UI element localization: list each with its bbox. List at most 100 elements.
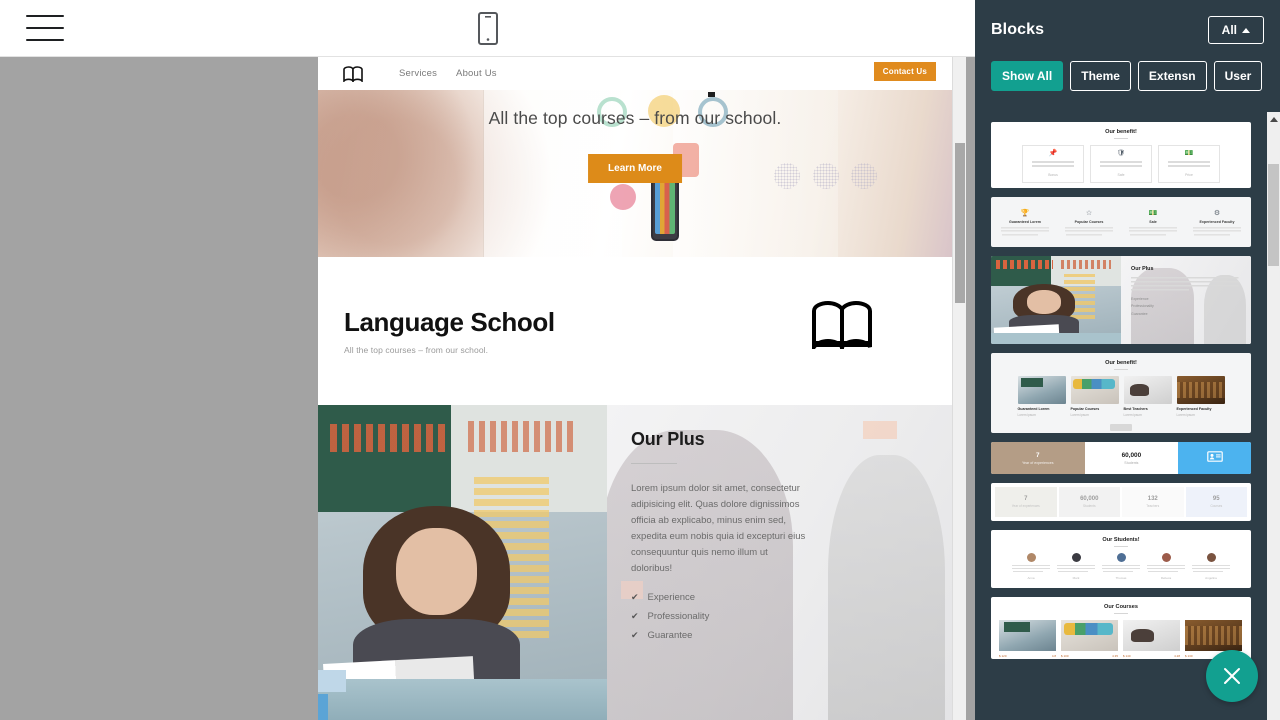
- our-plus-section[interactable]: Our Plus Lorem ipsum dolor sit amet, con…: [318, 405, 952, 720]
- hero-title: All the top courses – from our school.: [488, 108, 782, 128]
- id-card-icon: [1206, 449, 1223, 467]
- counter-number: 60,000: [1080, 496, 1099, 502]
- testimonial-name: Rebeca: [1160, 576, 1172, 580]
- close-panel-button[interactable]: [1206, 650, 1258, 702]
- list-item: Professionality: [1131, 304, 1154, 308]
- thumb-card: 🛡 Safe: [1090, 145, 1152, 183]
- page-canvas[interactable]: Services About Us Contact Us All the top…: [0, 57, 975, 720]
- hero-section[interactable]: All the top courses – from our school. L…: [318, 90, 952, 257]
- avatar: [1071, 553, 1081, 562]
- hamburger-menu-icon[interactable]: [26, 15, 64, 41]
- counter-cell: 7 Year of experiences: [991, 442, 1085, 474]
- counter-number: 132: [1147, 496, 1158, 502]
- mobile-preview-icon[interactable]: [477, 12, 498, 45]
- counter-label: Year of experiences: [1011, 504, 1040, 508]
- thumb-card-label: Safe: [1117, 173, 1125, 177]
- app-root: Services About Us Contact Us All the top…: [0, 0, 1280, 720]
- counter-label: Students: [1124, 460, 1139, 465]
- thumb-card-label: Experienced Faculty: [1176, 407, 1212, 411]
- block-thumbnail-features-row[interactable]: 🏆 Guaranteed Lorem ☆ Popular Courses 💵 S…: [991, 197, 1251, 247]
- block-thumbnail-counters-pale[interactable]: 7 Year of experiences 60,000 Students 13…: [991, 483, 1251, 521]
- hero-dots-decor: [812, 163, 839, 190]
- preview-navbar: Services About Us Contact Us: [318, 57, 952, 90]
- page-subtitle: All the top courses – from our school.: [344, 345, 489, 355]
- course-card: $ 100 4.35 English Course 11.03.2019: [1061, 620, 1118, 659]
- thumb-card-sub: Lorem ipsum: [1176, 412, 1195, 417]
- panel-title: Blocks: [991, 21, 1045, 38]
- block-thumbnail-counters-colored[interactable]: 7 Year of experiences 60,000 Students: [991, 442, 1251, 474]
- block-title: Our benefit!: [1105, 129, 1137, 135]
- block-selection-marker: [707, 92, 715, 97]
- block-thumbnail-list[interactable]: Our benefit! 📌 Bonus 🛡 Safe 💵 Price 🏆 Gu…: [975, 112, 1267, 720]
- avatar: [1206, 553, 1216, 562]
- course-rating: 4.8: [1051, 654, 1056, 658]
- list-item: ✔ Experience: [631, 592, 940, 603]
- blocks-panel: Blocks All Show All Theme Extensn User O…: [975, 0, 1280, 720]
- counter-number: 7: [1024, 496, 1028, 502]
- thumb-card-sub: Lorem ipsum: [1123, 412, 1142, 417]
- block-thumbnail-our-students[interactable]: Our Students! Anna Mark Thomas Rebeca An…: [991, 530, 1251, 588]
- thumb-feature-label: Sale: [1149, 219, 1157, 224]
- band-text-group: Language School All the top courses – fr…: [344, 307, 555, 355]
- block-drag-handle[interactable]: [318, 694, 328, 720]
- open-book-icon[interactable]: [343, 65, 363, 83]
- our-plus-feature-list: ✔ Experience ✔ Professionality ✔ Guarantee: [631, 592, 940, 641]
- money-icon: 💵: [1184, 150, 1194, 157]
- filter-theme-button[interactable]: Theme: [1070, 61, 1131, 91]
- counter-label: Teachers: [1146, 504, 1160, 508]
- our-plus-title: Our Plus: [631, 429, 705, 449]
- thumb-feature: ☆ Popular Courses: [1065, 209, 1113, 236]
- money-icon: 💵: [1148, 209, 1158, 217]
- thumb-card: 📌 Bonus: [1022, 145, 1084, 183]
- nav-link-about-us[interactable]: About Us: [456, 68, 497, 79]
- learn-more-button[interactable]: Learn More: [588, 154, 682, 183]
- thumb-card-label: Popular Courses: [1070, 407, 1100, 411]
- testimonial-name: Anna: [1027, 576, 1035, 580]
- thumb-feature: ⚙ Experienced Faculty: [1193, 209, 1241, 236]
- our-plus-text-group: Our Plus Lorem ipsum dolor sit amet, con…: [631, 429, 940, 649]
- testimonial-name: Thomas: [1115, 576, 1127, 580]
- course-price: $ 130: [1185, 654, 1193, 658]
- block-thumbnail-our-courses[interactable]: Our Courses $ 120 4.8 Spanish Course 12.…: [991, 597, 1251, 659]
- list-item-label: Professionality: [647, 610, 710, 622]
- page-title: Language School: [344, 307, 555, 337]
- contact-us-button[interactable]: Contact Us: [873, 62, 936, 81]
- counter-cell: 132 Teachers: [1122, 487, 1184, 517]
- check-icon: ✔: [631, 629, 639, 640]
- course-price: $ 140: [1123, 654, 1131, 658]
- open-book-icon: [811, 300, 873, 354]
- check-icon: ✔: [631, 610, 639, 621]
- testimonial-item: Angelina: [1192, 553, 1230, 580]
- testimonial-item: Thomas: [1102, 553, 1140, 580]
- counter-cell: 60,000 Students: [1084, 442, 1179, 474]
- nav-link-services[interactable]: Services: [399, 68, 437, 79]
- canvas-scrollbar-thumb[interactable]: [955, 143, 965, 303]
- pin-icon: 📌: [1048, 150, 1058, 157]
- counter-label: Year of experiences: [1021, 460, 1054, 465]
- filter-extension-button[interactable]: Extensn: [1137, 61, 1207, 91]
- site-preview[interactable]: Services About Us Contact Us All the top…: [318, 57, 952, 720]
- filter-show-all-button[interactable]: Show All: [991, 61, 1064, 91]
- block-title: Our Courses: [1104, 604, 1138, 610]
- thumb-card-sub: Lorem ipsum: [1017, 412, 1036, 417]
- avatar: [1116, 553, 1126, 562]
- counter-cell: [1178, 442, 1251, 474]
- thumb-card-label: Best Teachers: [1123, 407, 1148, 411]
- thumb-card: 💵 Price: [1158, 145, 1220, 183]
- panel-scrollbar[interactable]: [1267, 112, 1280, 720]
- counter-label: Students: [1082, 504, 1096, 508]
- course-card: $ 120 4.8 Spanish Course 12.05.2019: [999, 620, 1056, 659]
- language-school-section[interactable]: Language School All the top courses – fr…: [318, 257, 952, 405]
- chevron-up-icon: [1242, 27, 1250, 33]
- our-plus-body-text: Lorem ipsum dolor sit amet, consectetur …: [631, 483, 806, 574]
- scrollbar-up-arrow[interactable]: [1267, 112, 1280, 126]
- category-select[interactable]: All: [1207, 16, 1264, 44]
- block-selection-highlight: [318, 670, 346, 692]
- counter-cell: 7 Year of experiences: [995, 487, 1057, 517]
- block-thumbnail-our-plus-split[interactable]: Our Plus Experience Professionality Guar…: [991, 256, 1251, 344]
- block-thumbnail-benefit-icon-cards[interactable]: Our benefit! 📌 Bonus 🛡 Safe 💵 Price: [991, 122, 1251, 188]
- filter-user-button[interactable]: User: [1213, 61, 1263, 91]
- block-thumbnail-benefit-photo-cards[interactable]: Our benefit! Guaranteed Lorem Lorem ipsu…: [991, 353, 1251, 433]
- panel-scrollbar-thumb[interactable]: [1268, 164, 1279, 266]
- canvas-scrollbar[interactable]: [952, 57, 966, 720]
